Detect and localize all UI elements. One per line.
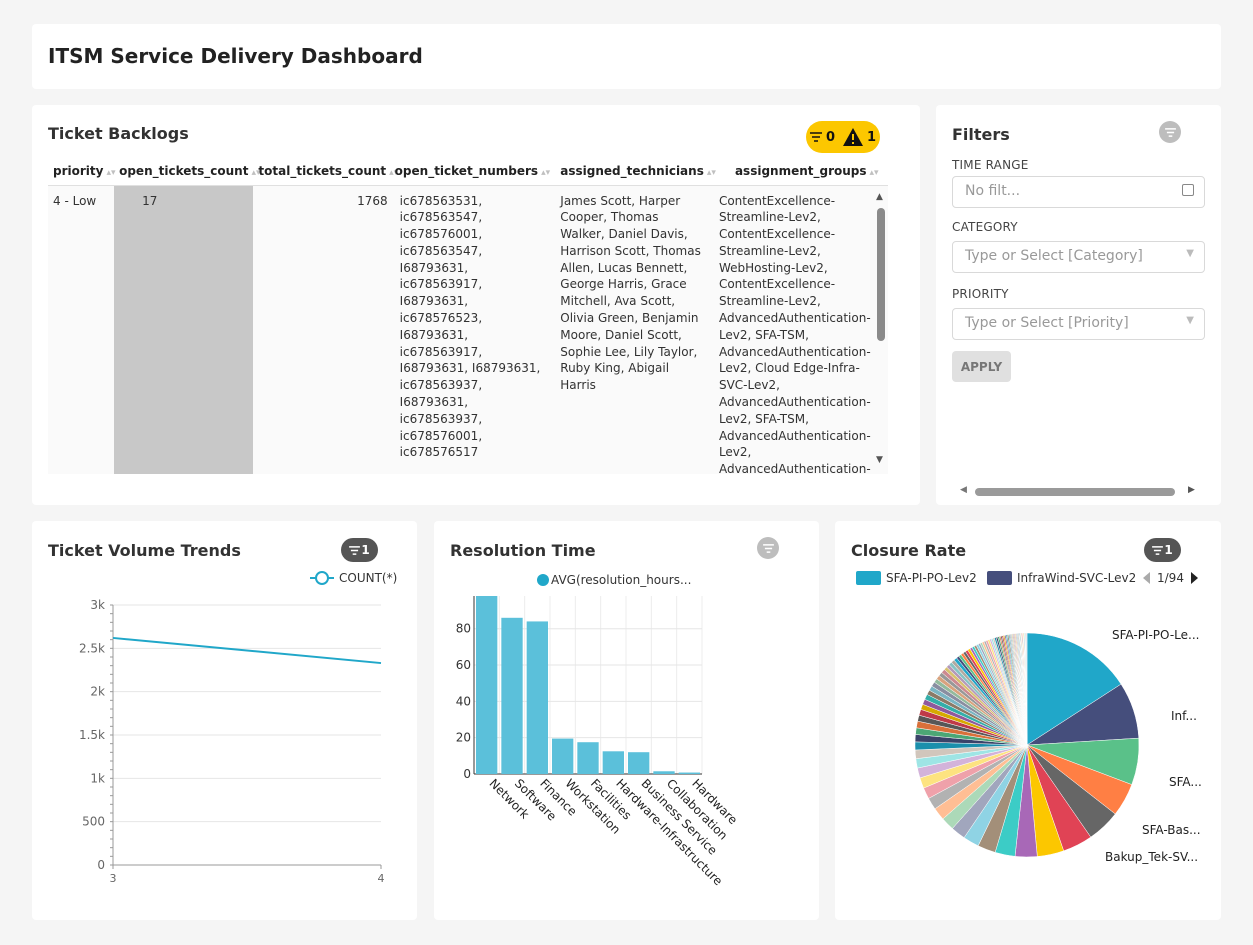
slice-label: SFA-PI-PO-Le... [1112, 628, 1199, 642]
scroll-up-icon[interactable]: ▲ [876, 192, 883, 202]
pie-chart: SFA-PI-PO-Le... Inf... SFA... SFA-Bas... Bak… [856, 571, 1202, 864]
bar-chart: 020406080NetworkSoftwareFinanceWorkstati… [456, 573, 740, 888]
legend-label: SFA-PI-PO-Lev2 [886, 571, 977, 585]
sort-icon[interactable]: ▴▾ [707, 168, 716, 178]
y-tick-label: 0 [97, 858, 105, 872]
column-header-assigned-technicians[interactable]: assigned_technicians ▴▾ [546, 157, 716, 186]
resolution-time-panel: Resolution Time 0 20 40 60 80 Network Software… [434, 521, 819, 920]
table-row: 4 - Low 17 1768 ic678563531, ic678563547… [48, 185, 888, 474]
bar [577, 742, 599, 774]
ticket-volume-trends-panel: Ticket Volume Trends 1 0 500 1k 1.5k 2k 2.5k 3… [32, 521, 417, 920]
sort-icon[interactable]: ▴▾ [541, 168, 550, 178]
table-vertical-scrollbar[interactable]: ▲ ▼ [874, 192, 886, 467]
bar [678, 772, 700, 774]
table-header-row: priority ▴▾ open_tickets_count ▴▾ total_ti… [48, 157, 888, 186]
cell-priority: 4 - Low [48, 185, 115, 474]
legend-page-indicator: 1/94 [1157, 571, 1184, 585]
bar [628, 752, 650, 774]
category-placeholder: Type or Select [Category] [965, 248, 1143, 264]
bar [476, 596, 498, 774]
bar [602, 751, 624, 774]
legend-marker [856, 571, 881, 585]
cell-open-ticket-numbers: ic678563531, ic678563547, ic678576001, i… [389, 185, 547, 474]
warning-count: 1 [867, 129, 877, 145]
column-header-total-tickets-count[interactable]: total_tickets_count ▴▾ [253, 157, 398, 186]
column-header-priority[interactable]: priority ▴▾ [48, 157, 116, 186]
legend-label: InfraWind-SVC-Lev2 [1017, 571, 1136, 585]
priority-select[interactable]: Type or Select [Priority] ▼ [952, 308, 1205, 340]
legend-label: AVG(resolution_hours... [551, 573, 691, 587]
scroll-down-icon[interactable]: ▼ [876, 455, 883, 465]
time-range-input[interactable]: No filt... [952, 176, 1205, 208]
legend-circle-marker [315, 571, 329, 585]
sort-icon[interactable]: ▴▾ [870, 168, 879, 178]
legend-marker [537, 574, 549, 586]
scroll-right-icon[interactable]: ▶ [1188, 485, 1195, 495]
chevron-down-icon: ▼ [1186, 248, 1194, 259]
priority-label: PRIORITY [952, 287, 1009, 301]
legend-next-icon [1191, 572, 1198, 584]
filters-panel: Filters TIME RANGE No filt... CATEGORY T… [936, 105, 1221, 505]
bar [526, 621, 548, 774]
priority-placeholder: Type or Select [Priority] [965, 315, 1129, 331]
ticket-backlogs-title: Ticket Backlogs [48, 124, 189, 143]
y-tick-label: 80 [456, 622, 471, 636]
scroll-thumb[interactable] [975, 488, 1175, 496]
ticket-backlogs-panel: Ticket Backlogs 0 1 priority ▴▾ open_tick… [32, 105, 920, 505]
series-line [112, 636, 382, 665]
column-header-open-tickets-count[interactable]: open_tickets_count ▴▾ [114, 157, 260, 186]
slice-label: Inf... [1171, 709, 1197, 723]
column-header-open-ticket-numbers[interactable]: open_ticket_numbers ▴▾ [389, 157, 550, 186]
slice-label: SFA-Bas... [1142, 823, 1201, 837]
cell-assignment-groups: ContentExcellence-Streamline-Lev2, Conte… [706, 185, 888, 474]
slice-label: Bakup_Tek-SV... [1105, 850, 1198, 864]
legend-marker [987, 571, 1012, 585]
y-tick-label: 60 [456, 658, 471, 672]
backlog-table: priority ▴▾ open_tickets_count ▴▾ total_ti… [48, 157, 888, 474]
y-tick-label: 2k [90, 685, 105, 699]
scroll-left-icon[interactable]: ◀ [960, 485, 967, 495]
cell-total-tickets-count: 1768 [253, 185, 390, 474]
time-range-label: TIME RANGE [952, 158, 1029, 172]
dashboard-title: ITSM Service Delivery Dashboard [48, 44, 423, 68]
bar [501, 617, 523, 774]
sort-icon[interactable]: ▴▾ [106, 168, 115, 178]
line-chart: 0 500 1k 1.5k 2k 2.5k 3k 3 4 COUNT(*) [79, 571, 397, 885]
chevron-down-icon: ▼ [1186, 315, 1194, 326]
y-tick-label: 500 [82, 815, 105, 829]
y-tick-label: 2.5k [79, 641, 105, 655]
cell-open-tickets-count: 17 [114, 185, 254, 474]
y-tick-label: 20 [456, 731, 471, 745]
filters-horizontal-scrollbar[interactable]: ◀ ▶ [960, 485, 1198, 497]
y-tick-label: 3k [90, 598, 105, 612]
cell-assigned-technicians: James Scott, Harper Cooper, Thomas Walke… [546, 185, 707, 474]
column-header-assignment-groups[interactable]: assignment_groups ▴▾ [706, 157, 888, 186]
legend-prev-icon [1143, 572, 1150, 584]
x-tick-label: 3 [110, 872, 117, 885]
warning-icon [843, 128, 863, 146]
closure-rate-panel: Closure Rate 1 SFA-PI-PO-Le... Inf... SFA.… [835, 521, 1221, 920]
slice-label: SFA... [1169, 775, 1202, 789]
y-tick-label: 1.5k [79, 728, 105, 742]
y-tick-label: 1k [90, 771, 105, 785]
time-range-placeholder: No filt... [965, 183, 1021, 199]
y-tick-label: 0 [463, 767, 471, 781]
scroll-thumb[interactable] [877, 208, 885, 341]
legend-label: COUNT(*) [339, 571, 397, 585]
filter-warning-badge[interactable]: 0 1 [806, 121, 880, 153]
calendar-icon [1182, 184, 1194, 196]
x-tick-label: 4 [378, 872, 385, 885]
category-label: CATEGORY [952, 220, 1018, 234]
apply-button[interactable]: APPLY [952, 351, 1011, 382]
filter-icon[interactable] [1159, 121, 1181, 143]
filter-icon [809, 132, 822, 142]
dashboard-header: ITSM Service Delivery Dashboard [32, 24, 1221, 89]
category-select[interactable]: Type or Select [Category] ▼ [952, 241, 1205, 273]
bar [653, 771, 675, 774]
filter-count: 0 [825, 129, 835, 145]
filters-title: Filters [952, 125, 1010, 144]
bar [552, 738, 574, 774]
y-tick-label: 40 [456, 694, 471, 708]
